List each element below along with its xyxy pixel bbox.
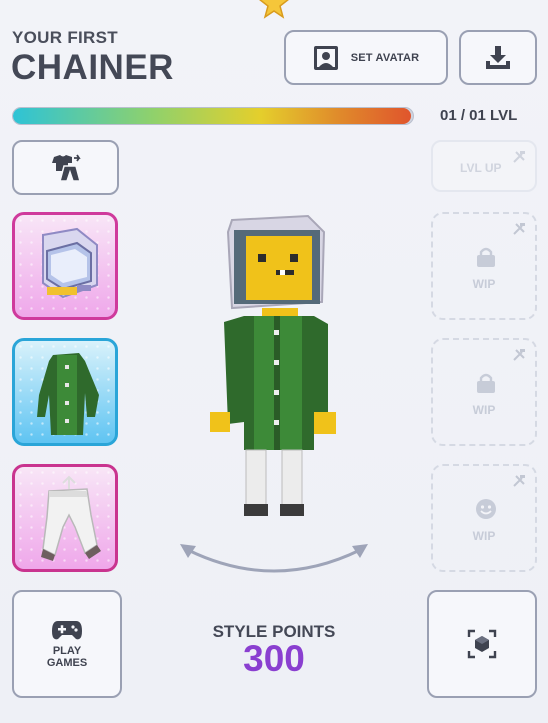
set-avatar-label: SET AVATAR [350,51,420,64]
coat-icon [37,353,99,435]
bag-lock-icon [477,373,495,393]
level-up-button[interactable]: LVL UP [431,140,537,192]
tools-icon [513,151,525,163]
wip-label: WIP [472,529,496,543]
level-progress-bar [12,107,414,125]
wip-slot-2[interactable]: WIP [431,338,537,446]
wip-label: WIP [472,277,496,291]
level-indicator: 01 / 01 LVL [440,107,518,124]
space-helmet-icon [42,227,98,299]
wip-slot-1[interactable]: WIP [431,212,537,320]
avatar-frame-icon [313,45,338,70]
item-slot-coat[interactable] [12,338,118,446]
wip-slot-3[interactable]: WIP [431,464,537,572]
ar-cube-icon [467,629,497,659]
download-icon [486,45,510,69]
avatar-preview[interactable] [204,212,348,520]
item-slot-helmet[interactable] [12,212,118,320]
level-up-label: LVL UP [460,161,502,175]
bag-lock-icon [477,247,495,267]
tools-icon [513,475,525,487]
set-avatar-button[interactable]: SET AVATAR [284,30,448,85]
level-progress-fill [13,108,411,124]
page-title: CHAINER [11,48,174,87]
pants-icon [41,475,101,561]
wip-label: WIP [472,403,496,417]
rotate-arrow-icon[interactable] [178,540,370,574]
page-subtitle: YOUR FIRST [12,28,118,47]
download-button[interactable] [459,30,537,85]
star-icon [259,0,289,19]
ar-view-button[interactable] [427,590,537,698]
tools-icon [513,223,525,235]
tools-icon [513,349,525,361]
swap-outfit-button[interactable] [12,140,119,195]
smiley-icon [476,499,496,519]
item-slot-pants[interactable] [12,464,118,572]
swap-clothes-icon [51,154,81,182]
